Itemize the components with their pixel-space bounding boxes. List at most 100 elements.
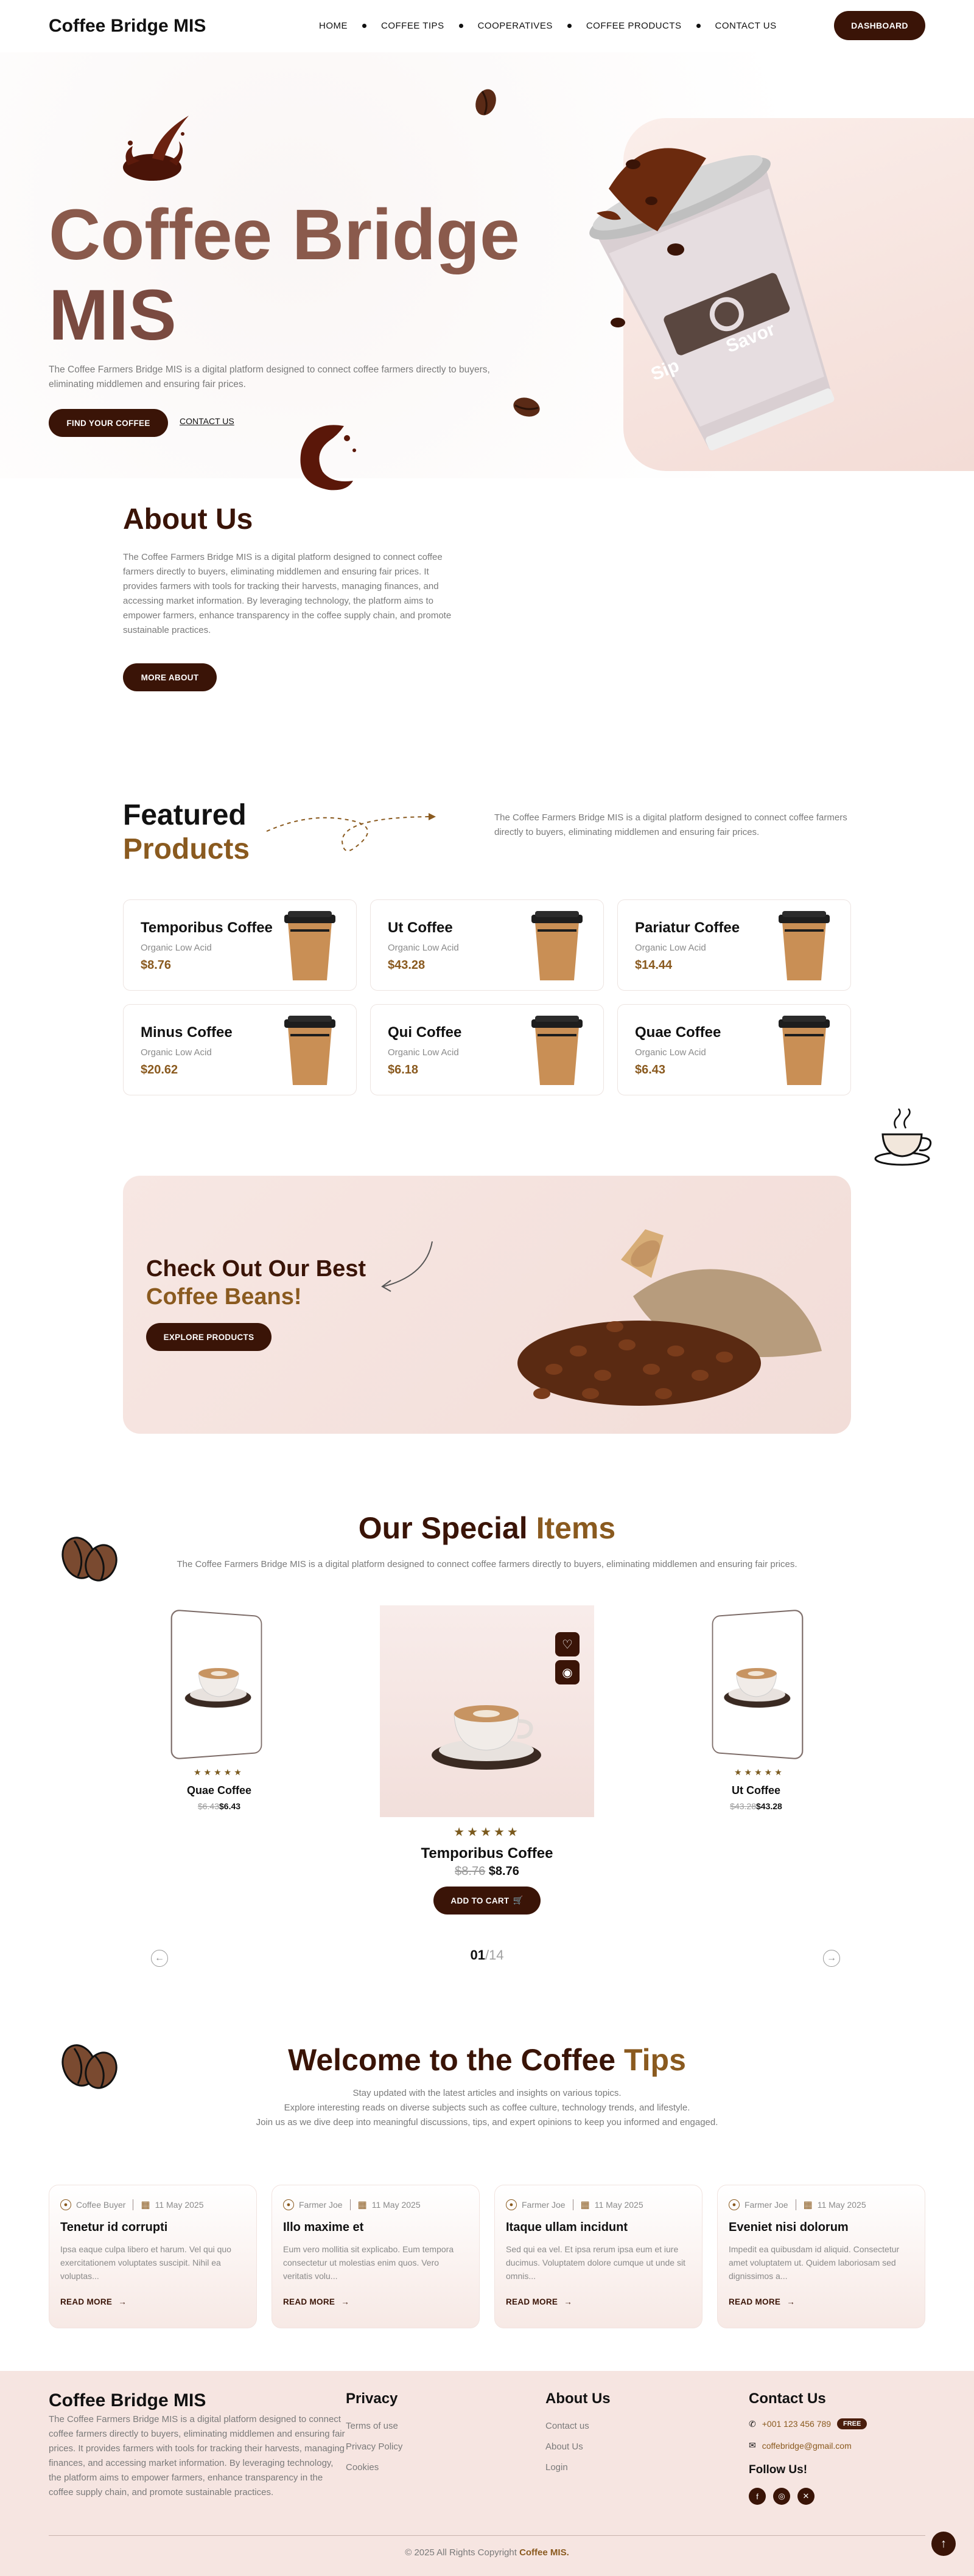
x-twitter-icon[interactable]: ✕: [797, 2488, 815, 2505]
post-meta: ● Coffee Buyer ▦ 11 May 2025: [60, 2199, 204, 2211]
email-icon: ✉: [749, 2440, 756, 2451]
product-subtitle: Organic Low Acid: [141, 943, 212, 953]
instagram-icon[interactable]: ◎: [773, 2488, 790, 2505]
contact-us-link[interactable]: CONTACT US: [180, 416, 234, 426]
read-more-link[interactable]: READ MORE →: [60, 2297, 127, 2306]
product-card[interactable]: Pariatur Coffee Organic Low Acid $14.44: [617, 899, 851, 991]
special-right-new-price: $43.28: [756, 1801, 782, 1811]
special-right-name[interactable]: Ut Coffee: [720, 1784, 793, 1797]
hero-description: The Coffee Farmers Bridge MIS is a digit…: [49, 363, 499, 392]
nav-contact-us[interactable]: CONTACT US: [701, 21, 791, 31]
carousel-pager: 01/14: [0, 1947, 974, 1963]
nav-coffee-tips[interactable]: COFFEE TIPS: [366, 21, 459, 31]
coffee-tips-description: Stay updated with the latest articles an…: [0, 2086, 974, 2130]
calendar-icon: ▦: [581, 2199, 590, 2211]
hero-cup-image: Sip Savor: [524, 91, 901, 481]
special-center-price: $8.76 $8.76: [0, 1865, 974, 1879]
special-center-name[interactable]: Temporibus Coffee: [0, 1845, 974, 1862]
footer-logo[interactable]: Coffee Bridge MIS: [49, 2390, 206, 2411]
coffee-bean-icon: [510, 393, 543, 421]
nav-home[interactable]: HOME: [304, 21, 362, 31]
coffee-cup-image: [282, 909, 338, 983]
special-item-left-frame[interactable]: [171, 1609, 262, 1760]
product-name[interactable]: Qui Coffee: [388, 1024, 461, 1041]
find-coffee-button[interactable]: FIND YOUR COFFEE: [49, 409, 168, 437]
tip-post-card[interactable]: ● Farmer Joe ▦ 11 May 2025 Illo maxime et Eum…: [272, 2185, 480, 2328]
hero-title-line2: MIS: [49, 275, 536, 355]
special-item-right-frame[interactable]: [712, 1609, 804, 1760]
post-title[interactable]: Eveniet nisi dolorum: [729, 2221, 849, 2235]
post-title[interactable]: Tenetur id corrupti: [60, 2221, 167, 2235]
coffee-cup-image: [529, 1013, 585, 1087]
post-title[interactable]: Itaque ullam incidunt: [506, 2221, 628, 2235]
more-about-button[interactable]: MORE ABOUT: [123, 663, 217, 691]
footer-email-row[interactable]: ✉ coffebridge@gmail.com: [749, 2440, 852, 2451]
post-title[interactable]: Illo maxime et: [283, 2221, 363, 2235]
footer-link-terms[interactable]: Terms of use: [346, 2421, 398, 2431]
special-right-old-price: $43.28: [730, 1801, 756, 1811]
product-name[interactable]: Minus Coffee: [141, 1024, 233, 1041]
user-icon: ●: [729, 2199, 740, 2210]
special-left-name[interactable]: Quae Coffee: [183, 1784, 256, 1797]
pager-total: /14: [485, 1947, 504, 1963]
arrow-right-icon: →: [341, 2297, 349, 2306]
calendar-icon: ▦: [358, 2199, 367, 2211]
coffee-splash-image: [116, 110, 207, 195]
nav-cooperatives[interactable]: COOPERATIVES: [463, 21, 567, 31]
read-more-link[interactable]: READ MORE →: [506, 2297, 572, 2306]
facebook-icon[interactable]: f: [749, 2488, 766, 2505]
product-name[interactable]: Pariatur Coffee: [635, 920, 740, 937]
quick-view-eye-icon[interactable]: ◉: [555, 1660, 580, 1684]
copyright-text: © 2025 All Rights Copyright: [405, 2547, 517, 2558]
product-card[interactable]: Qui Coffee Organic Low Acid $6.18: [370, 1004, 604, 1095]
footer-link-contact[interactable]: Contact us: [545, 2421, 589, 2431]
footer-link-cookies[interactable]: Cookies: [346, 2462, 379, 2473]
tip-post-card[interactable]: ● Coffee Buyer ▦ 11 May 2025 Tenetur id corr…: [49, 2185, 257, 2328]
footer-link-login[interactable]: Login: [545, 2462, 568, 2473]
special-center-old-price: $8.76: [455, 1865, 485, 1878]
add-to-cart-button[interactable]: ADD TO CART 🛒: [433, 1887, 541, 1915]
back-to-top-icon[interactable]: ↑: [931, 2532, 956, 2556]
calendar-icon: ▦: [141, 2199, 150, 2211]
featured-title-line1: Featured: [123, 798, 250, 832]
cappuccino-image: [429, 1687, 544, 1772]
product-name[interactable]: Temporibus Coffee: [141, 920, 273, 937]
product-price: $6.43: [635, 1063, 665, 1077]
user-icon: ●: [506, 2199, 517, 2210]
cart-icon: 🛒: [513, 1896, 523, 1905]
wishlist-heart-icon[interactable]: ♡: [555, 1632, 580, 1656]
product-card[interactable]: Temporibus Coffee Organic Low Acid $8.76: [123, 899, 357, 991]
product-subtitle: Organic Low Acid: [635, 943, 706, 953]
about-description: The Coffee Farmers Bridge MIS is a digit…: [123, 550, 464, 638]
coffee-cup-icon: [872, 1106, 939, 1167]
product-card[interactable]: Minus Coffee Organic Low Acid $20.62: [123, 1004, 357, 1095]
special-left-old-price: $6.43: [198, 1801, 219, 1811]
post-excerpt: Ipsa eaque culpa libero et harum. Vel qu…: [60, 2243, 247, 2283]
explore-products-button[interactable]: EXPLORE PRODUCTS: [146, 1323, 272, 1351]
phone-icon: ✆: [749, 2419, 756, 2429]
arrow-right-icon: →: [564, 2297, 572, 2306]
tip-post-card[interactable]: ● Farmer Joe ▦ 11 May 2025 Itaque ullam inci…: [494, 2185, 702, 2328]
dashboard-button[interactable]: DASHBOARD: [834, 11, 925, 40]
footer-link-privacy-policy[interactable]: Privacy Policy: [346, 2442, 402, 2452]
read-more-link[interactable]: READ MORE →: [283, 2297, 349, 2306]
nav-coffee-products[interactable]: COFFEE PRODUCTS: [572, 21, 696, 31]
copyright-brand[interactable]: Coffee MIS.: [519, 2547, 569, 2558]
product-card[interactable]: Quae Coffee Organic Low Acid $6.43: [617, 1004, 851, 1095]
product-subtitle: Organic Low Acid: [141, 1047, 212, 1058]
footer-privacy-title: Privacy: [346, 2390, 398, 2407]
coffee-cup-image: [776, 909, 832, 983]
product-card[interactable]: Ut Coffee Organic Low Acid $43.28: [370, 899, 604, 991]
dashed-arrow-decoration: [264, 805, 441, 859]
tip-post-card[interactable]: ● Farmer Joe ▦ 11 May 2025 Eveniet nisi dolo…: [717, 2185, 925, 2328]
post-meta: ● Farmer Joe ▦ 11 May 2025: [506, 2199, 643, 2211]
product-name[interactable]: Quae Coffee: [635, 1024, 721, 1041]
featured-title: Featured Products: [123, 798, 250, 867]
footer-phone-row[interactable]: ✆ +001 123 456 789 FREE: [749, 2418, 867, 2429]
site-logo[interactable]: Coffee Bridge MIS: [49, 16, 206, 37]
special-items-description: The Coffee Farmers Bridge MIS is a digit…: [0, 1559, 974, 1569]
footer-link-about[interactable]: About Us: [545, 2442, 583, 2452]
product-name[interactable]: Ut Coffee: [388, 920, 453, 937]
post-excerpt: Impedit ea quibusdam id aliquid. Consect…: [729, 2243, 915, 2283]
read-more-link[interactable]: READ MORE →: [729, 2297, 795, 2306]
